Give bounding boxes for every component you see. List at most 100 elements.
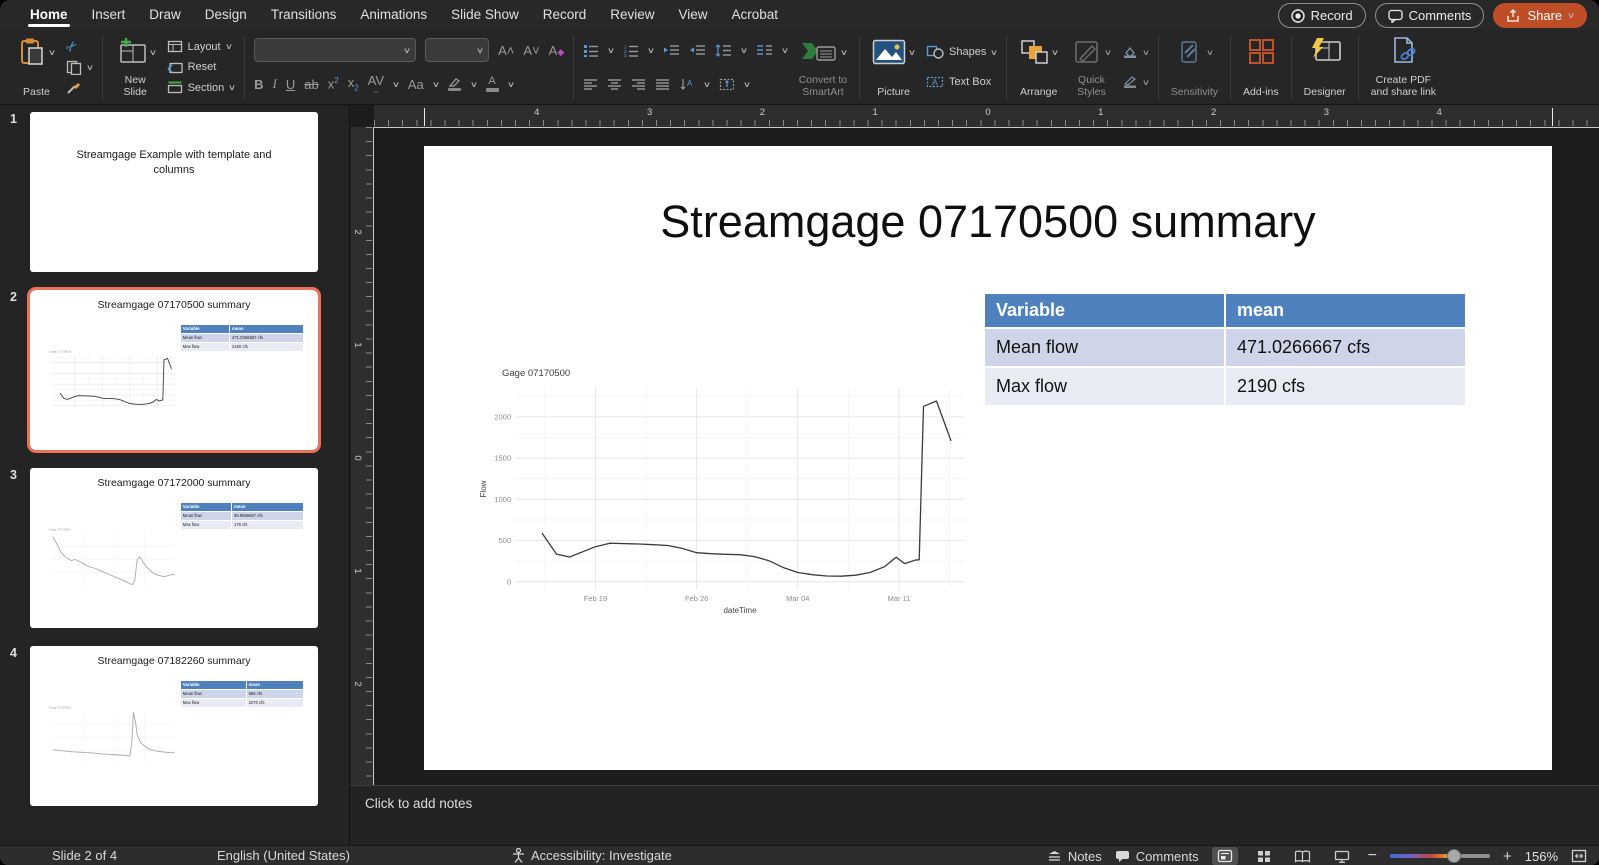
tab-acrobat[interactable]: Acrobat — [730, 2, 781, 29]
section-button[interactable]: Section∨ — [167, 78, 236, 97]
cut-button[interactable]: ✂ — [66, 37, 93, 56]
decrease-font-size-button[interactable]: A˅ — [523, 43, 539, 58]
subscript-button[interactable]: x2 — [348, 75, 359, 93]
zoom-slider[interactable] — [1390, 854, 1490, 858]
line-spacing-button[interactable] — [715, 44, 732, 57]
slide-canvas[interactable]: Streamgage 07170500 summary Variable mea… — [424, 146, 1552, 770]
font-size-select[interactable]: ∨ — [425, 38, 489, 62]
shape-outline-button[interactable]: ∨ — [1122, 73, 1149, 92]
arrange-button[interactable]: ∨ Arrange — [1016, 35, 1061, 99]
quick-styles-button[interactable]: ∨ Quick Styles — [1069, 35, 1114, 99]
flow-line-chart[interactable]: Gage 071705000500100015002000Feb 19Feb 2… — [476, 362, 976, 618]
justify-icon — [655, 78, 670, 90]
tab-view[interactable]: View — [677, 2, 710, 29]
new-slide-button[interactable]: ∨ New Slide — [112, 35, 159, 99]
zoom-slider-thumb[interactable] — [1447, 849, 1461, 863]
shape-fill-button[interactable]: ∨ — [1122, 43, 1149, 62]
notes-pane[interactable]: Click to add notes — [351, 785, 1599, 845]
italic-button[interactable]: I — [273, 76, 277, 92]
tab-insert[interactable]: Insert — [90, 2, 128, 29]
shapes-button[interactable]: Shapes∨ — [926, 43, 997, 62]
normal-view-icon — [1217, 849, 1233, 863]
text-box-icon: A — [926, 75, 944, 89]
horizontal-ruler[interactable]: 432101234 — [374, 105, 1599, 128]
picture-button[interactable]: ∨ Picture — [869, 35, 918, 99]
svg-text:A: A — [932, 77, 938, 87]
superscript-button[interactable]: x2 — [328, 76, 339, 91]
mini-table-cell: Mean flow — [180, 511, 231, 520]
bullets-button[interactable] — [583, 44, 599, 57]
format-painter-button[interactable] — [66, 78, 93, 97]
highlight-color-button[interactable] — [448, 77, 462, 92]
tab-transitions[interactable]: Transitions — [269, 2, 339, 29]
slide-sorter-view-button[interactable] — [1251, 847, 1277, 865]
align-left-button[interactable] — [583, 78, 598, 90]
slide-title[interactable]: Streamgage 07170500 summary — [424, 196, 1552, 248]
clear-formatting-button[interactable]: A◆ — [549, 43, 565, 58]
slide-4-thumbnail[interactable]: Streamgage 07182260 summary Variablemean… — [30, 646, 318, 806]
add-ins-button[interactable]: Add-ins — [1240, 35, 1282, 99]
chevron-down-icon: ∨ — [469, 80, 477, 89]
designer-button[interactable]: Designer — [1301, 35, 1349, 99]
slideshow-view-button[interactable] — [1329, 847, 1355, 865]
tab-review[interactable]: Review — [608, 2, 656, 29]
columns-button[interactable] — [756, 44, 773, 56]
notes-toggle[interactable]: Notes — [1047, 849, 1102, 864]
numbering-button[interactable]: 123 — [623, 44, 639, 57]
record-button[interactable]: Record — [1278, 3, 1366, 28]
slide-3-thumbnail[interactable]: Streamgage 07172000 summary Variablemean… — [30, 468, 318, 628]
paste-button[interactable]: ∨ Paste — [15, 35, 58, 99]
increase-indent-button[interactable] — [689, 44, 706, 56]
align-text-button[interactable] — [719, 78, 735, 91]
change-case-button[interactable]: Aa — [408, 77, 424, 92]
reading-view-button[interactable] — [1290, 847, 1316, 865]
character-spacing-button[interactable]: AV↔ — [368, 74, 384, 95]
fit-to-window-button[interactable] — [1571, 849, 1587, 863]
language-indicator[interactable]: English (United States) — [217, 848, 350, 863]
zoom-out-button[interactable]: − — [1368, 847, 1377, 865]
outline-pen-icon — [1122, 76, 1138, 88]
sensitivity-button[interactable]: ∨ Sensitivity — [1168, 35, 1221, 99]
layout-label: Layout — [188, 41, 221, 53]
share-button[interactable]: Share ∨ — [1493, 3, 1587, 28]
tab-record[interactable]: Record — [541, 2, 589, 29]
decrease-indent-button[interactable] — [663, 44, 680, 56]
normal-view-button[interactable] — [1212, 847, 1238, 865]
layout-button[interactable]: Layout∨ — [167, 37, 236, 56]
slide-1-thumbnail[interactable]: Streamgage Example with template and col… — [30, 112, 318, 272]
text-direction-button[interactable]: A — [679, 78, 695, 91]
acrobat-group: Create PDF and share link — [1359, 35, 1448, 99]
tab-home[interactable]: Home — [28, 2, 70, 29]
chevron-down-icon: ∨ — [1051, 48, 1059, 57]
align-right-button[interactable] — [631, 78, 646, 90]
reset-button[interactable]: Reset — [167, 58, 236, 77]
slide-1-number: 1 — [10, 112, 17, 126]
accessibility-status[interactable]: Accessibility: Investigate — [512, 848, 672, 863]
slide-2-thumbnail[interactable]: Streamgage 07170500 summary Variablemean… — [30, 290, 318, 450]
tab-draw[interactable]: Draw — [147, 2, 183, 29]
font-color-button[interactable]: A — [486, 76, 499, 92]
slideshow-icon — [1334, 850, 1350, 863]
create-pdf-button[interactable]: Create PDF and share link — [1368, 35, 1439, 99]
summary-table[interactable]: Variable mean Mean flow 471.0266667 cfs … — [983, 292, 1467, 407]
comments-toggle[interactable]: Comments — [1115, 849, 1199, 864]
bold-button[interactable]: B — [254, 77, 263, 92]
text-box-button[interactable]: A Text Box — [926, 73, 997, 92]
comments-button[interactable]: Comments — [1375, 3, 1485, 28]
underline-button[interactable]: U — [286, 77, 295, 92]
copy-button[interactable]: ∨ — [66, 58, 93, 77]
add-ins-label: Add-ins — [1243, 86, 1279, 98]
zoom-percentage[interactable]: 156% — [1525, 849, 1558, 864]
font-name-select[interactable]: ∨ — [254, 38, 416, 62]
zoom-in-button[interactable]: + — [1503, 848, 1512, 865]
vertical-ruler[interactable]: 21012 — [351, 127, 374, 785]
tab-design[interactable]: Design — [203, 2, 249, 29]
align-center-button[interactable] — [607, 78, 622, 90]
justify-button[interactable] — [655, 78, 670, 90]
ruler-ticks — [374, 120, 1599, 126]
tab-slide-show[interactable]: Slide Show — [449, 2, 521, 29]
tab-animations[interactable]: Animations — [358, 2, 429, 29]
convert-to-smartart-button[interactable]: ∨ Convert to SmartArt — [796, 35, 850, 99]
increase-font-size-button[interactable]: A˄ — [498, 43, 514, 58]
strikethrough-button[interactable]: ab — [304, 77, 318, 92]
